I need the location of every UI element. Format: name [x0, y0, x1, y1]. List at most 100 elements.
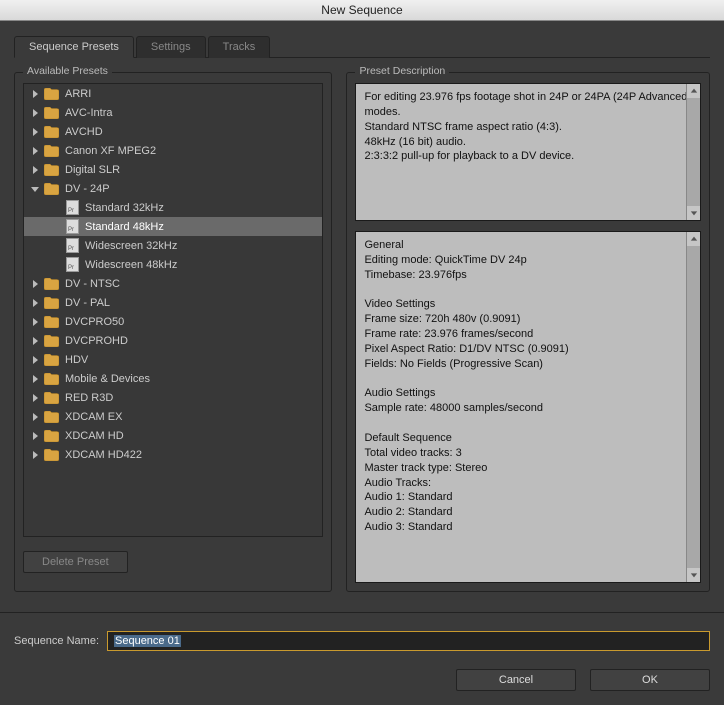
tree-item-label: Widescreen 32kHz [85, 240, 177, 252]
tab-bar: Sequence PresetsSettingsTracks [14, 35, 710, 58]
chevron-right-icon[interactable] [30, 146, 40, 156]
chevron-right-icon[interactable] [30, 393, 40, 403]
folder-icon [44, 316, 59, 328]
tree-item-label: Digital SLR [65, 164, 120, 176]
folder-xdcam-ex[interactable]: XDCAM EX [24, 407, 322, 426]
folder-icon [44, 373, 59, 385]
description-line: Editing mode: QuickTime DV 24p [364, 253, 692, 268]
dialog-body: Sequence PresetsSettingsTracks Available… [0, 21, 724, 669]
preset-description-label: Preset Description [355, 65, 449, 77]
ok-button[interactable]: OK [590, 669, 710, 691]
panels-row: Available Presets ARRI AVC-Intra AVCHD Cano… [14, 58, 710, 606]
preset-description-summary: For editing 23.976 fps footage shot in 2… [355, 83, 701, 221]
folder-dv-24p[interactable]: DV - 24P [24, 179, 322, 198]
cancel-button[interactable]: Cancel [456, 669, 576, 691]
tab-settings[interactable]: Settings [136, 36, 206, 58]
description-line: Video Settings [364, 297, 692, 312]
chevron-right-icon[interactable] [30, 127, 40, 137]
description-line: Default Sequence [364, 431, 692, 446]
tree-item-label: Standard 48kHz [85, 221, 164, 233]
folder-avc-intra[interactable]: AVC-Intra [24, 103, 322, 122]
folder-icon [44, 430, 59, 442]
window-title: New Sequence [321, 3, 402, 17]
description-line: General [364, 238, 692, 253]
folder-dv-ntsc[interactable]: DV - NTSC [24, 274, 322, 293]
folder-canon-xf-mpeg2[interactable]: Canon XF MPEG2 [24, 141, 322, 160]
window-title-bar: New Sequence [0, 0, 724, 21]
folder-dvcpro50[interactable]: DVCPRO50 [24, 312, 322, 331]
scrollbar[interactable] [686, 84, 700, 220]
available-presets-fieldset: Available Presets ARRIAVC-IntraAVCHDCano… [14, 72, 332, 592]
folder-digital-slr[interactable]: Digital SLR [24, 160, 322, 179]
folder-icon [44, 164, 59, 176]
description-line: Audio Settings [364, 386, 692, 401]
description-line: 2:3:3:2 pull-up for playback to a DV dev… [364, 149, 692, 164]
scroll-up-button[interactable] [687, 84, 700, 98]
preset-tree[interactable]: ARRI AVC-Intra AVCHD Canon XF MPEG2 Digital … [23, 83, 323, 537]
tree-item-label: DVCPRO50 [65, 316, 124, 328]
folder-icon [44, 411, 59, 423]
folder-icon [44, 392, 59, 404]
folder-icon [44, 354, 59, 366]
folder-xdcam-hd422[interactable]: XDCAM HD422 [24, 445, 322, 464]
description-line: Frame rate: 23.976 frames/second [364, 327, 692, 342]
chevron-right-icon[interactable] [30, 431, 40, 441]
scroll-down-button[interactable] [687, 206, 700, 220]
chevron-right-icon[interactable] [30, 412, 40, 422]
chevron-right-icon[interactable] [30, 279, 40, 289]
preset-widescreen-32khz[interactable]: Widescreen 32kHz [24, 236, 322, 255]
sequence-name-value: Sequence 01 [114, 635, 181, 647]
chevron-right-icon[interactable] [30, 450, 40, 460]
sequence-name-input[interactable]: Sequence 01 [107, 631, 710, 651]
tree-item-label: XDCAM EX [65, 411, 122, 423]
delete-preset-button[interactable]: Delete Preset [23, 551, 128, 573]
scroll-down-button[interactable] [687, 568, 700, 582]
folder-icon [44, 126, 59, 138]
tab-sequence-presets[interactable]: Sequence Presets [14, 36, 134, 58]
description-line: Fields: No Fields (Progressive Scan) [364, 357, 692, 372]
description-line [364, 416, 692, 431]
scroll-up-button[interactable] [687, 232, 700, 246]
preset-description-details: General Editing mode: QuickTime DV 24p T… [355, 231, 701, 583]
preset-standard-48khz[interactable]: Standard 48kHz [24, 217, 322, 236]
description-line: For editing 23.976 fps footage shot in 2… [364, 90, 692, 120]
preset-standard-32khz[interactable]: Standard 32kHz [24, 198, 322, 217]
folder-hdv[interactable]: HDV [24, 350, 322, 369]
folder-dv-pal[interactable]: DV - PAL [24, 293, 322, 312]
chevron-right-icon[interactable] [30, 336, 40, 346]
preset-description-fieldset: Preset Description For editing 23.976 fp… [346, 72, 710, 592]
description-line: Audio Tracks: [364, 476, 692, 491]
folder-mobile-devices[interactable]: Mobile & Devices [24, 369, 322, 388]
folder-red-r3d[interactable]: RED R3D [24, 388, 322, 407]
divider [0, 612, 724, 613]
description-line: Audio 1: Standard [364, 490, 692, 505]
tree-item-label: Canon XF MPEG2 [65, 145, 156, 157]
tree-item-label: AVC-Intra [65, 107, 112, 119]
chevron-right-icon[interactable] [30, 298, 40, 308]
chevron-right-icon[interactable] [30, 317, 40, 327]
tree-item-label: Standard 32kHz [85, 202, 164, 214]
available-presets-label: Available Presets [23, 65, 112, 77]
description-line: Sample rate: 48000 samples/second [364, 401, 692, 416]
folder-icon [44, 183, 59, 195]
folder-icon [44, 335, 59, 347]
chevron-right-icon[interactable] [30, 374, 40, 384]
tree-item-label: XDCAM HD [65, 430, 124, 442]
scrollbar[interactable] [686, 232, 700, 582]
description-line: Total video tracks: 3 [364, 446, 692, 461]
chevron-right-icon[interactable] [30, 355, 40, 365]
chevron-right-icon[interactable] [30, 165, 40, 175]
folder-dvcprohd[interactable]: DVCPROHD [24, 331, 322, 350]
preset-widescreen-48khz[interactable]: Widescreen 48kHz [24, 255, 322, 274]
chevron-right-icon[interactable] [30, 89, 40, 99]
description-line: Pixel Aspect Ratio: D1/DV NTSC (0.9091) [364, 342, 692, 357]
folder-avchd[interactable]: AVCHD [24, 122, 322, 141]
chevron-right-icon[interactable] [30, 108, 40, 118]
tab-tracks[interactable]: Tracks [208, 36, 271, 58]
chevron-down-icon[interactable] [30, 184, 40, 194]
description-line: Master track type: Stereo [364, 461, 692, 476]
folder-arri[interactable]: ARRI [24, 84, 322, 103]
sequence-name-label: Sequence Name: [14, 635, 99, 647]
folder-xdcam-hd[interactable]: XDCAM HD [24, 426, 322, 445]
description-line: Frame size: 720h 480v (0.9091) [364, 312, 692, 327]
